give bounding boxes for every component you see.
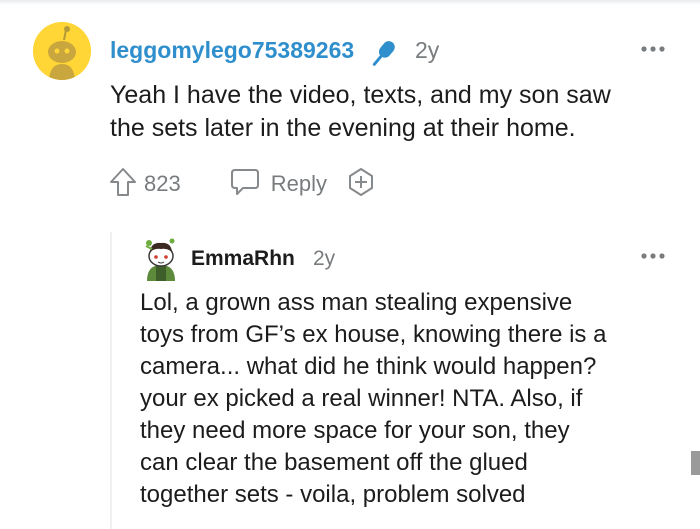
reply-body: Lol, a grown ass man stealing expensive … — [140, 287, 685, 511]
comment-username[interactable]: leggomylego75389263 — [110, 37, 354, 64]
more-options-icon[interactable] — [640, 37, 666, 60]
snoo-avatar-icon — [33, 22, 91, 80]
add-award-icon[interactable] — [345, 166, 377, 203]
reply-body-line: toys from GF’s ex house, knowing there i… — [140, 321, 607, 348]
reply-username[interactable]: EmmaRhn — [191, 247, 295, 271]
top-divider — [0, 0, 700, 5]
reply-body-line: Lol, a grown ass man stealing expensive — [140, 289, 573, 316]
reply-body-line: they need more space for your son, they — [140, 417, 570, 444]
reply-button[interactable]: Reply — [271, 171, 327, 197]
thread-line[interactable] — [110, 232, 112, 529]
upvote-arrow-icon[interactable] — [108, 166, 138, 203]
comment-body-line: the sets later in the evening at their h… — [110, 114, 576, 142]
reply-body-line: camera... what did he think would happen… — [140, 353, 597, 380]
reply-body-line: together sets - voila, problem solved — [140, 481, 526, 508]
more-options-icon[interactable] — [640, 244, 666, 267]
reply-body-line: can clear the basement off the glued — [140, 449, 528, 476]
reply-body-line: your ex picked a real winner! NTA. Also,… — [140, 385, 583, 412]
vote-count: 823 — [144, 171, 181, 196]
comment-body: Yeah I have the video, texts, and my son… — [110, 79, 680, 145]
microphone-icon — [366, 37, 400, 71]
comment-actions: 823 Reply — [108, 166, 377, 202]
reply-avatar[interactable] — [141, 237, 181, 281]
avatar[interactable] — [33, 22, 91, 80]
scrollbar-thumb[interactable] — [691, 451, 700, 475]
comment-age: 2y — [415, 37, 440, 63]
speech-bubble-icon[interactable] — [229, 167, 261, 202]
reply-age: 2y — [313, 247, 336, 270]
comment-body-line: Yeah I have the video, texts, and my son… — [110, 81, 611, 109]
reply-avatar-icon — [145, 238, 175, 281]
